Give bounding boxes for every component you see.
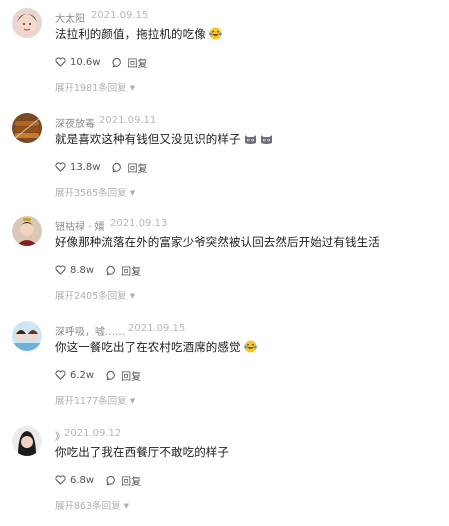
like-button[interactable]: 6.2w bbox=[55, 370, 94, 381]
username[interactable]: 钮祜禄 · 嬛 bbox=[55, 218, 105, 233]
heart-icon bbox=[55, 57, 66, 67]
expand-replies-link[interactable]: 展开1981条回复 ▼ bbox=[55, 80, 135, 94]
reply-bubble-icon bbox=[112, 162, 122, 173]
heart-icon bbox=[55, 265, 66, 275]
comment-item: 大太阳 2021.09.15 法拉利的颜值，拖拉机的吃像 10.6w 回复 展开… bbox=[0, 8, 449, 108]
comment-date: 2021.09.11 bbox=[99, 115, 157, 126]
avatar[interactable] bbox=[12, 216, 42, 246]
caret-down-icon: ▼ bbox=[129, 292, 136, 300]
comment-text: 法拉利的颜值，拖拉机的吃像 bbox=[55, 26, 222, 43]
reply-label: 回复 bbox=[121, 266, 142, 278]
reply-bubble-icon bbox=[106, 265, 115, 276]
comment-item: 深夜放毒 2021.09.11 就是喜欢这种有钱但又没见识的样子 13.8w 回… bbox=[0, 113, 449, 213]
reply-button[interactable]: 回复 bbox=[106, 368, 141, 383]
comment-text: 好像那种流落在外的富家少爷突然被认回去然后开始过有钱生活 bbox=[55, 235, 380, 249]
caret-down-icon: ▼ bbox=[123, 502, 130, 510]
reply-bubble-icon bbox=[112, 57, 122, 68]
comment-item: 深呼吸，嘘…… 2021.09.15 你这一餐吃出了在农村吃酒席的感觉 6.2w… bbox=[0, 321, 449, 421]
reply-label: 回复 bbox=[127, 58, 148, 70]
comment-text: 就是喜欢这种有钱但又没见识的样子 bbox=[55, 131, 273, 148]
expand-replies-link[interactable]: 展开1177条回复 ▼ bbox=[55, 393, 135, 407]
caret-down-icon: ▼ bbox=[129, 397, 136, 405]
comment-date: 2021.09.15 bbox=[91, 10, 149, 21]
reply-button[interactable]: 回复 bbox=[106, 263, 141, 278]
laughing-tears-emoji-icon bbox=[243, 340, 257, 356]
like-button[interactable]: 13.8w bbox=[55, 162, 100, 173]
comment-date: 2021.09.12 bbox=[64, 428, 122, 439]
reply-label: 回复 bbox=[121, 371, 142, 383]
comment-actions: 13.8w 回复 bbox=[55, 159, 159, 175]
username[interactable]: 深呼吸，嘘…… bbox=[55, 323, 125, 338]
like-button[interactable]: 10.6w bbox=[55, 57, 100, 68]
username[interactable]: 大太阳 bbox=[55, 10, 85, 25]
avatar[interactable] bbox=[12, 426, 42, 456]
reply-button[interactable]: 回复 bbox=[112, 55, 147, 70]
like-button[interactable]: 6.8w bbox=[55, 475, 94, 486]
comment-actions: 6.8w 回复 bbox=[55, 472, 153, 488]
heart-icon bbox=[55, 162, 66, 172]
comment-text: 你吃出了我在西餐厅不敢吃的样子 bbox=[55, 445, 229, 459]
like-count: 13.8w bbox=[70, 161, 101, 173]
reply-bubble-icon bbox=[106, 475, 115, 486]
avatar[interactable] bbox=[12, 321, 42, 351]
comment-actions: 8.8w 回复 bbox=[55, 262, 153, 278]
like-count: 10.6w bbox=[70, 56, 101, 68]
cat-face-emoji-icon bbox=[244, 133, 257, 148]
comment-text: 你这一餐吃出了在农村吃酒席的感觉 bbox=[55, 339, 257, 356]
cat-face-emoji-icon bbox=[260, 133, 273, 148]
reply-label: 回复 bbox=[127, 163, 148, 175]
avatar[interactable] bbox=[12, 113, 42, 143]
comment-actions: 6.2w 回复 bbox=[55, 367, 153, 383]
heart-icon bbox=[55, 370, 66, 380]
comment-date: 2021.09.13 bbox=[110, 218, 168, 229]
like-count: 6.2w bbox=[70, 369, 95, 381]
laughing-tears-emoji-icon bbox=[208, 27, 222, 43]
reply-label: 回复 bbox=[121, 476, 142, 488]
comment-item: 钮祜禄 · 嬛 2021.09.13 好像那种流落在外的富家少爷突然被认回去然后… bbox=[0, 216, 449, 316]
reply-button[interactable]: 回复 bbox=[106, 473, 141, 488]
comment-actions: 10.6w 回复 bbox=[55, 54, 159, 70]
heart-icon bbox=[55, 475, 66, 485]
like-count: 8.8w bbox=[70, 264, 95, 276]
username[interactable]: 深夜放毒 bbox=[55, 115, 95, 130]
avatar[interactable] bbox=[12, 8, 42, 38]
caret-down-icon: ▼ bbox=[129, 84, 136, 92]
reply-bubble-icon bbox=[106, 370, 115, 381]
expand-replies-link[interactable]: 展开863条回复 ▼ bbox=[55, 498, 129, 512]
caret-down-icon: ▼ bbox=[129, 189, 136, 197]
expand-replies-link[interactable]: 展开3565条回复 ▼ bbox=[55, 185, 135, 199]
expand-replies-link[interactable]: 展开2405条回复 ▼ bbox=[55, 288, 135, 302]
comment-item: 》 2021.09.12 你吃出了我在西餐厅不敢吃的样子 6.8w 回复 展开8… bbox=[0, 426, 449, 526]
comment-date: 2021.09.15 bbox=[128, 323, 186, 334]
like-count: 6.8w bbox=[70, 474, 95, 486]
reply-button[interactable]: 回复 bbox=[112, 160, 147, 175]
like-button[interactable]: 8.8w bbox=[55, 265, 94, 276]
